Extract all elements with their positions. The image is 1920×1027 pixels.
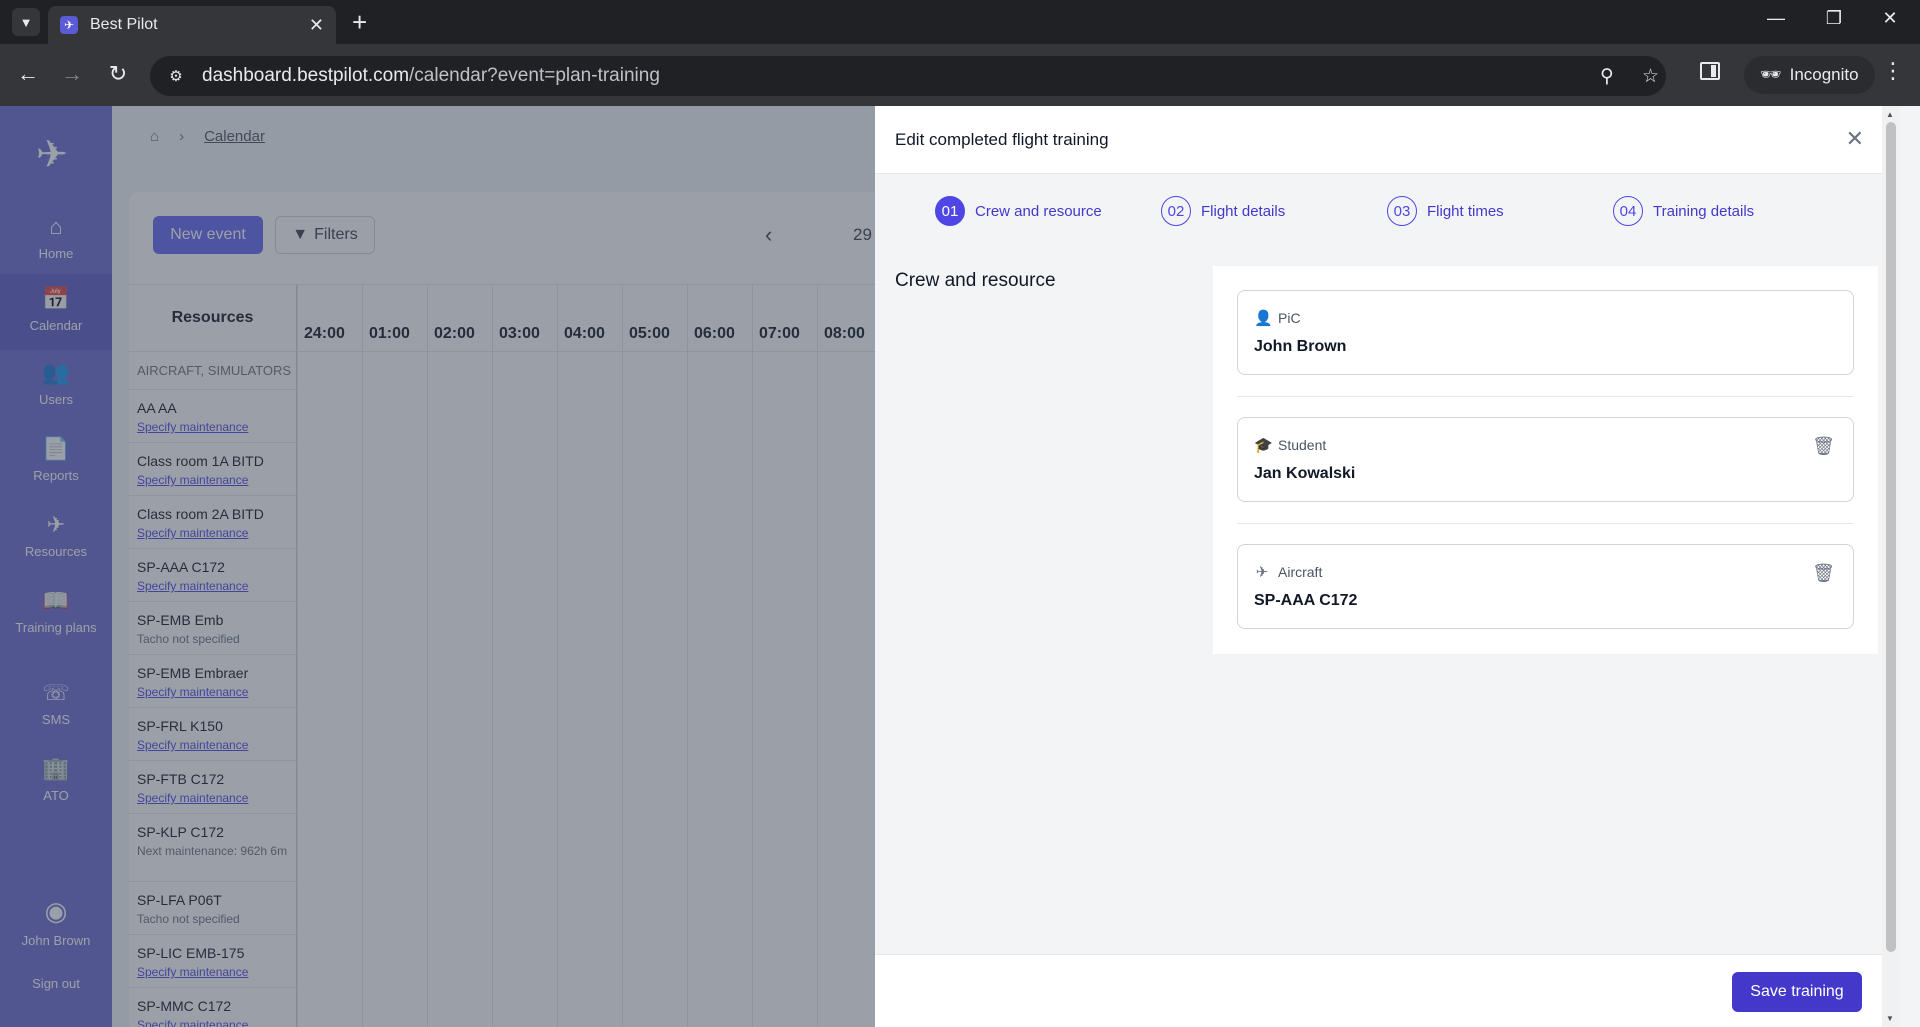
- incognito-indicator[interactable]: 🕶 Incognito: [1744, 56, 1875, 94]
- browser-tab-strip: ▼ ✈ Best Pilot ✕ + — ❐ ✕: [0, 0, 1920, 44]
- incognito-label: Incognito: [1789, 65, 1859, 84]
- minimize-button[interactable]: —: [1756, 8, 1796, 29]
- section-title: Crew and resource: [895, 270, 1056, 291]
- step-label: Flight details: [1201, 202, 1286, 220]
- aircraft-label: ✈ Aircraft: [1254, 563, 1323, 581]
- url-domain: dashboard.bestpilot.com: [202, 65, 410, 86]
- trash-icon[interactable]: 🗑: [1812, 563, 1835, 584]
- graduation-cap-icon: 🎓: [1254, 437, 1273, 454]
- step-label: Crew and resource: [975, 202, 1102, 220]
- side-panel-icon[interactable]: [1700, 62, 1720, 80]
- step-number: 04: [1613, 196, 1643, 226]
- step-number: 03: [1387, 196, 1417, 226]
- divider: [1237, 523, 1854, 524]
- student-label: 🎓 Student: [1254, 436, 1326, 454]
- field-label: Student: [1278, 437, 1327, 453]
- zoom-icon[interactable]: ⚲: [1600, 65, 1614, 88]
- step-training-details[interactable]: 04 Training details: [1613, 196, 1754, 226]
- address-bar[interactable]: ⚙ dashboard.bestpilot.com/calendar?event…: [150, 56, 1666, 96]
- tab-close-icon[interactable]: ✕: [309, 15, 324, 36]
- stepper: 01 Crew and resource 02 Flight details 0…: [935, 196, 1835, 228]
- drawer-title: Edit completed flight training: [895, 130, 1109, 149]
- aircraft-field[interactable]: ✈ Aircraft SP-AAA C172 🗑: [1237, 544, 1854, 629]
- url-path: /calendar?event=plan-training: [409, 65, 660, 86]
- site-info-icon[interactable]: ⚙: [156, 67, 196, 85]
- crew-panel: 👤 PiC John Brown 🎓 Student Jan Kowalski …: [1213, 266, 1878, 654]
- step-crew-and-resource[interactable]: 01 Crew and resource: [935, 196, 1102, 226]
- drawer-header: Edit completed flight training ✕: [875, 106, 1900, 174]
- field-value: SP-AAA C172: [1254, 592, 1358, 609]
- person-icon: 👤: [1254, 310, 1273, 327]
- browser-tab[interactable]: ✈ Best Pilot ✕: [48, 6, 336, 44]
- new-tab-button[interactable]: +: [352, 8, 367, 36]
- scroll-down-icon[interactable]: ▼: [1886, 1014, 1894, 1023]
- app-viewport: ✈ ⌂ Home 📅 Calendar 👥 Users 📄 Reports ✈ …: [0, 106, 1920, 1027]
- student-field[interactable]: 🎓 Student Jan Kowalski 🗑: [1237, 417, 1854, 502]
- plane-icon: ✈: [1255, 564, 1269, 581]
- scrollbar-thumb[interactable]: [1886, 122, 1896, 952]
- divider: [1237, 396, 1854, 397]
- save-training-button[interactable]: Save training: [1732, 972, 1862, 1012]
- field-value: John Brown: [1254, 338, 1347, 355]
- step-label: Flight times: [1427, 202, 1504, 220]
- reload-button[interactable]: ↻: [104, 62, 132, 86]
- edit-training-drawer: Edit completed flight training ✕ 01 Crew…: [875, 106, 1900, 1027]
- forward-button[interactable]: →: [58, 62, 86, 86]
- url-text: dashboard.bestpilot.com/calendar?event=p…: [202, 65, 660, 87]
- scroll-up-icon[interactable]: ▲: [1886, 110, 1894, 119]
- browser-menu-icon[interactable]: ⋮: [1882, 58, 1904, 84]
- tab-title: Best Pilot: [90, 16, 158, 33]
- step-number: 01: [935, 196, 965, 226]
- incognito-icon: 🕶: [1760, 65, 1782, 84]
- field-label: PiC: [1278, 310, 1301, 326]
- browser-toolbar: ← → ↻ ⚙ dashboard.bestpilot.com/calendar…: [0, 44, 1920, 106]
- step-flight-times[interactable]: 03 Flight times: [1387, 196, 1504, 226]
- step-label: Training details: [1653, 202, 1755, 220]
- bookmark-star-icon[interactable]: ☆: [1642, 65, 1659, 88]
- back-button[interactable]: ←: [14, 62, 42, 86]
- trash-icon[interactable]: 🗑: [1812, 436, 1835, 457]
- pic-field[interactable]: 👤 PiC John Brown: [1237, 290, 1854, 375]
- restore-button[interactable]: ❐: [1814, 8, 1854, 29]
- modal-backdrop[interactable]: [0, 106, 875, 1027]
- drawer-footer: Save training: [875, 954, 1900, 1027]
- pic-label: 👤 PiC: [1254, 309, 1301, 327]
- scrollbar[interactable]: ▲ ▼: [1882, 106, 1900, 1027]
- close-icon[interactable]: ✕: [1846, 126, 1864, 152]
- step-number: 02: [1161, 196, 1191, 226]
- plane-favicon-icon: ✈: [60, 16, 78, 34]
- window-close-button[interactable]: ✕: [1870, 8, 1910, 29]
- step-flight-details[interactable]: 02 Flight details: [1161, 196, 1285, 226]
- tab-search-button[interactable]: ▼: [12, 8, 40, 36]
- field-value: Jan Kowalski: [1254, 465, 1356, 482]
- field-label: Aircraft: [1278, 564, 1323, 580]
